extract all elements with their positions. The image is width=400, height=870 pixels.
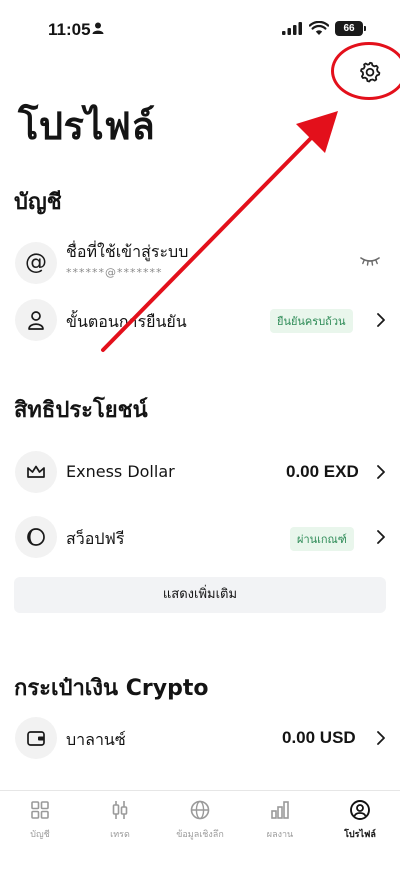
username-label: ชื่อที่ใช้เข้าสู่ระบบ (66, 242, 189, 261)
nav-label: โปรไฟล์ (344, 830, 376, 840)
nav-trade[interactable]: เทรด (80, 799, 160, 841)
hide-eye-icon[interactable] (360, 256, 380, 266)
bottom-navigation: บัญชี เทรด ข้อมูลเชิงลึก ผลงาน โปรไฟล์ (0, 790, 400, 870)
username-row[interactable]: @ ชื่อที่ใช้เข้าสู่ระบบ ******@******* (0, 236, 400, 290)
settings-gear-icon[interactable] (358, 60, 382, 84)
section-title-crypto-wallet: กระเป๋าเงิน Crypto (14, 676, 209, 701)
nav-profile[interactable]: โปรไฟล์ (320, 799, 400, 841)
status-bar: 11:05 66 (0, 0, 400, 52)
balance-row[interactable]: บาลานซ์ 0.00 USD (0, 711, 400, 765)
nav-accounts[interactable]: บัญชี (0, 799, 80, 841)
chevron-right-icon (377, 530, 385, 544)
crown-icon (15, 451, 57, 493)
profile-icon (350, 800, 370, 820)
bar-chart-icon (271, 801, 289, 819)
nav-label: บัญชี (30, 830, 50, 840)
wifi-icon (309, 21, 329, 35)
accounts-grid-icon (31, 801, 49, 819)
show-more-button[interactable]: แสดงเพิ่มเติม (14, 577, 386, 613)
nav-label: ข้อมูลเชิงลึก (176, 830, 224, 840)
free-swap-label: สว็อปฟรี (66, 529, 125, 548)
chevron-right-icon (377, 465, 385, 479)
free-swap-row[interactable]: สว็อปฟรี ผ่านเกณฑ์ (0, 510, 400, 564)
free-swap-status-badge: ผ่านเกณฑ์ (290, 527, 354, 551)
nav-performance[interactable]: ผลงาน (240, 799, 320, 841)
chevron-right-icon (377, 731, 385, 745)
verification-row[interactable]: ขั้นตอนการยืนยัน ยืนยันครบถ้วน (0, 293, 400, 347)
status-time: 11:05 (48, 20, 91, 39)
cellular-signal-icon (282, 22, 302, 35)
wallet-icon (15, 717, 57, 759)
exness-dollar-value: 0.00 EXD (286, 462, 359, 481)
verification-label: ขั้นตอนการยืนยัน (66, 312, 187, 331)
username-value: ******@******* (66, 266, 163, 279)
section-title-benefits: สิทธิประโยชน์ (14, 398, 148, 423)
globe-icon (190, 800, 210, 820)
balance-label: บาลานซ์ (66, 730, 126, 749)
user-icon (15, 299, 57, 341)
at-sign-icon: @ (15, 242, 57, 284)
person-status-icon (92, 22, 104, 34)
battery-indicator: 66 (335, 21, 363, 36)
chevron-right-icon (377, 313, 385, 327)
nav-label: ผลงาน (266, 830, 294, 840)
exness-dollar-label: Exness Dollar (66, 462, 175, 481)
page-title: โปรไฟล์ (18, 104, 156, 148)
nav-insights[interactable]: ข้อมูลเชิงลึก (160, 799, 240, 841)
moon-icon (15, 516, 57, 558)
balance-value: 0.00 USD (282, 728, 356, 747)
nav-label: เทรด (110, 830, 130, 840)
verification-status-badge: ยืนยันครบถ้วน (270, 309, 353, 333)
battery-nub (364, 26, 366, 31)
trade-candles-icon (112, 801, 128, 819)
exness-dollar-row[interactable]: Exness Dollar 0.00 EXD (0, 445, 400, 499)
section-title-account: บัญชี (14, 190, 62, 215)
